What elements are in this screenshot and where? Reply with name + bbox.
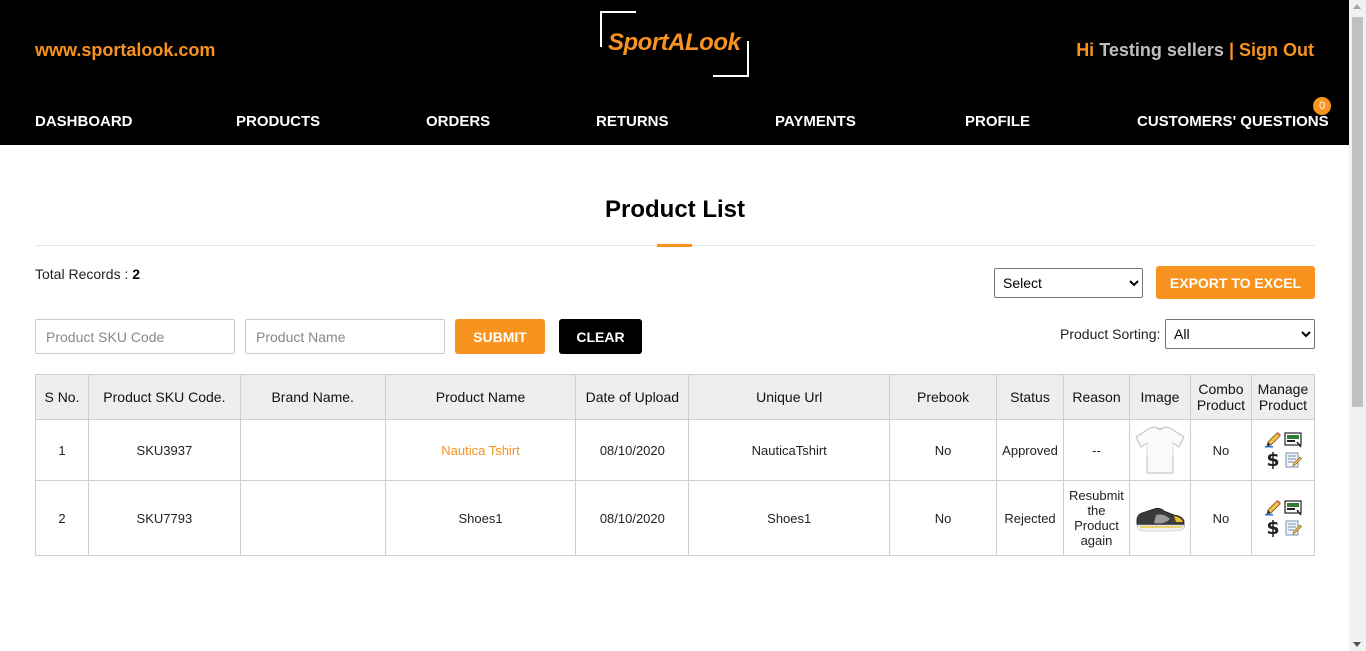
nav-dashboard[interactable]: DASHBOARD	[35, 113, 133, 130]
tshirt-product-image[interactable]	[1134, 425, 1186, 475]
edit-note-icon[interactable]	[1283, 518, 1303, 538]
cell-brand	[239, 480, 386, 556]
edit-note-icon[interactable]	[1283, 450, 1303, 470]
table-header-row: S No. Product SKU Code. Brand Name. Prod…	[35, 374, 1316, 420]
scroll-up-icon[interactable]	[1353, 4, 1361, 9]
cell-prebook: No	[889, 419, 998, 481]
product-name-input[interactable]	[245, 319, 445, 354]
cell-reason: --	[1062, 419, 1130, 481]
col-header-combo: Combo Product	[1189, 374, 1252, 420]
sportalook-logo[interactable]: SportALook	[600, 11, 749, 77]
total-records-label: Total Records :	[35, 266, 129, 282]
cell-manage: $	[1250, 419, 1316, 481]
product-sorting-label: Product Sorting:	[1060, 326, 1161, 342]
col-header-date: Date of Upload	[575, 374, 690, 420]
nav-orders[interactable]: ORDERS	[426, 113, 490, 130]
nav-profile[interactable]: PROFILE	[965, 113, 1030, 130]
col-header-manage: Manage Product	[1250, 374, 1316, 420]
col-header-brand: Brand Name.	[239, 374, 386, 420]
image-gallery-icon[interactable]	[1283, 430, 1303, 450]
manage-actions: $	[1263, 498, 1303, 538]
col-header-reason: Reason	[1062, 374, 1130, 420]
table-row: 1 SKU3937 Nautica Tshirt 08/10/2020 Naut…	[35, 419, 1316, 481]
logo-text: SportALook	[608, 29, 741, 56]
nav-returns[interactable]: RETURNS	[596, 113, 669, 130]
total-records: Total Records : 2	[35, 266, 140, 282]
cell-product-name: Shoes1	[384, 480, 577, 556]
col-header-sku: Product SKU Code.	[87, 374, 241, 420]
cell-sno: 2	[35, 480, 89, 556]
col-header-sno: S No.	[35, 374, 89, 420]
product-sku-input[interactable]	[35, 319, 235, 354]
total-records-value: 2	[132, 266, 141, 282]
cell-sno: 1	[35, 419, 89, 481]
cell-combo: No	[1189, 480, 1252, 556]
clear-button[interactable]: CLEAR	[559, 319, 642, 354]
cell-url: Shoes1	[688, 480, 891, 556]
cell-product-name: Nautica Tshirt	[384, 419, 577, 481]
col-header-prebook: Prebook	[889, 374, 998, 420]
cell-brand	[239, 419, 386, 481]
edit-pencil-icon[interactable]	[1263, 498, 1283, 518]
user-greeting: Hi Testing sellers | Sign Out	[1076, 40, 1314, 61]
table-row: 2 SKU7793 Shoes1 08/10/2020 Shoes1 No Re…	[35, 480, 1316, 556]
edit-pencil-icon[interactable]	[1263, 430, 1283, 450]
manage-actions: $	[1263, 430, 1303, 470]
product-table: S No. Product SKU Code. Brand Name. Prod…	[35, 374, 1316, 556]
page-scrollbar[interactable]	[1349, 0, 1366, 651]
price-dollar-icon[interactable]: $	[1263, 518, 1283, 538]
scroll-down-icon[interactable]	[1353, 642, 1361, 647]
image-gallery-icon[interactable]	[1283, 498, 1303, 518]
scrollbar-thumb[interactable]	[1352, 17, 1363, 407]
product-name-link[interactable]: Nautica Tshirt	[441, 443, 520, 458]
col-header-image: Image	[1128, 374, 1191, 420]
cell-combo: No	[1189, 419, 1252, 481]
cell-sku: SKU3937	[87, 419, 241, 481]
cell-image	[1128, 419, 1191, 481]
col-header-product-name: Product Name	[384, 374, 577, 420]
col-header-status: Status	[996, 374, 1064, 420]
shoe-product-image[interactable]	[1134, 501, 1186, 535]
submit-button[interactable]: SUBMIT	[455, 319, 545, 354]
cell-manage: $	[1250, 480, 1316, 556]
cell-url: NauticaTshirt	[688, 419, 891, 481]
cell-image	[1128, 480, 1191, 556]
cell-reason: Resubmit the Product again	[1062, 480, 1130, 556]
user-name: Testing sellers	[1099, 40, 1224, 60]
cell-date: 08/10/2020	[575, 419, 690, 481]
sign-out-link[interactable]: Sign Out	[1239, 40, 1314, 60]
cell-sku: SKU7793	[87, 480, 241, 556]
cell-status: Approved	[996, 419, 1064, 481]
nav-customers-questions[interactable]: CUSTOMERS' QUESTIONS	[1137, 113, 1329, 130]
title-accent-bar	[657, 244, 692, 247]
site-header: www.sportalook.com SportALook Hi Testing…	[0, 0, 1349, 145]
col-header-url: Unique Url	[688, 374, 891, 420]
main-nav: DASHBOARD PRODUCTS ORDERS RETURNS PAYMEN…	[35, 113, 1329, 133]
export-select[interactable]: Select	[994, 268, 1143, 298]
price-dollar-icon[interactable]: $	[1263, 450, 1283, 470]
site-url-link[interactable]: www.sportalook.com	[35, 40, 215, 61]
export-to-excel-button[interactable]: EXPORT TO EXCEL	[1156, 266, 1315, 299]
greeting-text: Hi	[1076, 40, 1095, 60]
cell-prebook: No	[889, 480, 998, 556]
separator: |	[1228, 40, 1234, 60]
page-title: Product List	[604, 196, 745, 223]
cell-status: Rejected	[996, 480, 1064, 556]
questions-count-badge: 0	[1313, 97, 1331, 115]
nav-products[interactable]: PRODUCTS	[236, 113, 320, 130]
cell-date: 08/10/2020	[575, 480, 690, 556]
product-sorting-select[interactable]: All	[1165, 319, 1315, 349]
nav-payments[interactable]: PAYMENTS	[775, 113, 856, 130]
